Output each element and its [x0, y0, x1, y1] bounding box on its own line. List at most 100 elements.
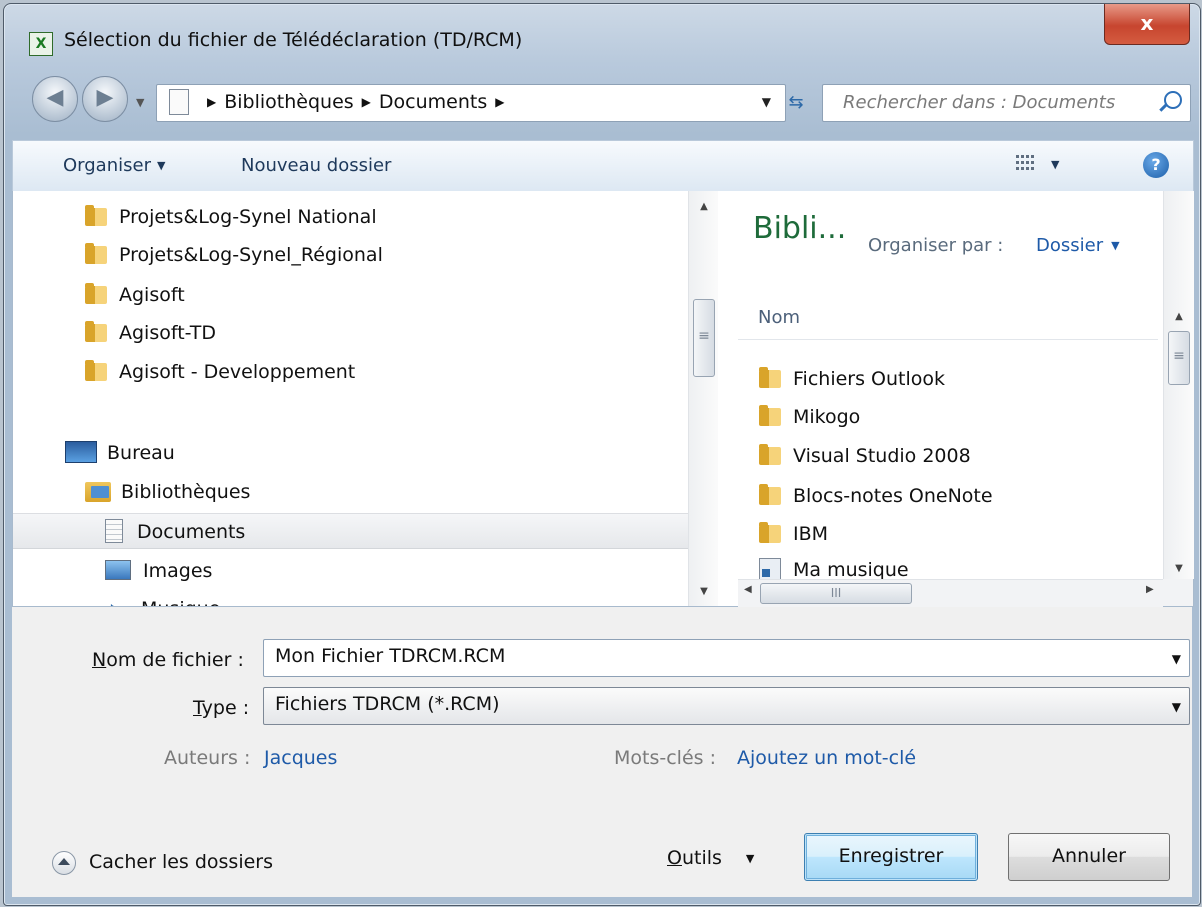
address-history-dropdown[interactable]: ▼ — [762, 95, 771, 109]
recent-pages-dropdown[interactable]: ▼ — [136, 96, 144, 109]
refresh-icon: ⇆ — [788, 92, 804, 113]
organize-label: Organiser — [63, 155, 151, 176]
file-type-select[interactable]: Fichiers TDRCM (*.RCM) ▼ — [263, 687, 1190, 725]
breadcrumb-separator-icon[interactable]: ▶ — [207, 95, 216, 109]
tree-item-images[interactable]: Images — [105, 553, 212, 589]
window-title: Sélection du fichier de Télédéclaration … — [64, 29, 523, 51]
hide-folders-toggle-icon[interactable] — [52, 851, 76, 875]
scroll-right-icon[interactable]: ▶ — [1146, 584, 1154, 595]
tree-item-label: Agisoft - Developpement — [119, 361, 356, 383]
folder-icon — [85, 205, 107, 226]
breadcrumb: ▶ Bibliothèques ▶ Documents ▶ — [199, 91, 512, 113]
back-button[interactable]: ◀ — [32, 76, 78, 122]
tree-folder-projets-national[interactable]: Projets&Log-Synel National — [85, 199, 377, 235]
address-bar[interactable]: ▶ Bibliothèques ▶ Documents ▶ ▼ — [156, 84, 786, 122]
list-item-label: IBM — [793, 523, 829, 545]
forward-button[interactable]: ▶ — [82, 76, 128, 122]
music-icon: ♪ — [105, 601, 129, 606]
type-label-accesskey: T — [193, 697, 202, 719]
breadcrumb-separator-icon[interactable]: ▶ — [362, 95, 371, 109]
scroll-down-icon[interactable]: ▼ — [1164, 563, 1194, 574]
scrollbar-corner — [1163, 579, 1193, 606]
tree-item-documents[interactable]: Documents — [13, 513, 688, 549]
close-button[interactable]: x — [1104, 4, 1190, 45]
filename-dropdown-arrow[interactable]: ▼ — [1172, 652, 1181, 666]
list-item[interactable]: Ma musique — [759, 555, 909, 579]
scroll-left-icon[interactable]: ◀ — [744, 584, 752, 595]
navigation-pane: Projets&Log-Synel National Projets&Log-S… — [13, 191, 718, 606]
tree-folder-agisoft-td[interactable]: Agisoft-TD — [85, 315, 216, 351]
filename-input[interactable]: Mon Fichier TDRCM.RCM — [275, 645, 505, 667]
list-item[interactable]: Visual Studio 2008 — [759, 438, 971, 474]
tree-item-label: Agisoft-TD — [119, 322, 217, 344]
content-pane-horizontal-scrollbar[interactable]: ◀ III ▶ — [738, 579, 1163, 607]
tree-item-music[interactable]: ♪ Musique — [105, 591, 220, 606]
list-item[interactable]: Fichiers Outlook — [759, 361, 945, 397]
file-type-dropdown-arrow[interactable]: ▼ — [1172, 700, 1181, 714]
folder-icon — [85, 243, 107, 264]
scroll-up-icon[interactable]: ▲ — [1164, 311, 1194, 322]
command-toolbar: Organiser ▼ Nouveau dossier ▼ ? — [12, 140, 1194, 192]
chevron-down-icon: ▼ — [156, 159, 166, 172]
pictures-icon — [105, 560, 131, 580]
scrollbar-thumb[interactable] — [693, 299, 715, 377]
scrollbar-thumb[interactable] — [1168, 331, 1190, 385]
tree-item-libraries[interactable]: Bibliothèques — [85, 474, 250, 510]
content-pane: Bibli... Organiser par : Dossier ▼ Nom Fi… — [733, 191, 1194, 607]
cancel-button[interactable]: Annuler — [1008, 833, 1170, 881]
authors-value[interactable]: Jacques — [264, 747, 337, 769]
filename-field[interactable]: Mon Fichier TDRCM.RCM ▼ — [263, 639, 1190, 677]
tree-item-label: Images — [143, 560, 213, 582]
search-input[interactable]: Rechercher dans : Documents — [843, 92, 1115, 113]
view-options-icon[interactable] — [1016, 155, 1034, 173]
scrollbar-thumb[interactable]: III — [760, 583, 912, 604]
save-button[interactable]: Enregistrer — [804, 833, 978, 881]
content-pane-vertical-scrollbar[interactable]: ▲ ▼ — [1163, 191, 1194, 579]
search-icon[interactable] — [1164, 91, 1182, 109]
folder-icon — [759, 367, 781, 388]
list-item[interactable]: Mikogo — [759, 399, 860, 435]
arrange-by-value: Dossier — [1036, 235, 1104, 256]
list-item[interactable]: IBM — [759, 516, 828, 552]
hide-folders-button[interactable]: Cacher les dossiers — [89, 851, 273, 873]
help-icon[interactable]: ? — [1143, 152, 1169, 178]
breadcrumb-libraries[interactable]: Bibliothèques — [224, 91, 353, 113]
tree-folder-agisoft[interactable]: Agisoft — [85, 277, 185, 313]
scroll-down-icon[interactable]: ▼ — [689, 586, 718, 597]
tags-value[interactable]: Ajoutez un mot-clé — [737, 747, 916, 769]
list-item-label: Visual Studio 2008 — [793, 445, 971, 467]
breadcrumb-documents[interactable]: Documents — [379, 91, 487, 113]
column-header-name[interactable]: Nom — [738, 299, 1158, 340]
chevron-down-icon: ▼ — [745, 852, 755, 865]
folder-icon — [759, 405, 781, 426]
search-box[interactable]: Rechercher dans : Documents — [822, 84, 1191, 122]
organize-button[interactable]: Organiser ▼ — [63, 155, 165, 176]
library-title: Bibli... — [753, 211, 847, 246]
filename-label-text: om de fichier : — [106, 649, 244, 671]
list-item-label: Mikogo — [793, 406, 861, 428]
tree-folder-agisoft-developpement[interactable]: Agisoft - Developpement — [85, 354, 355, 390]
tree-item-label: Bibliothèques — [121, 481, 251, 503]
list-item-label: Fichiers Outlook — [793, 368, 946, 390]
list-item-label: Ma musique — [793, 559, 909, 579]
tools-button[interactable]: Outils ▼ — [667, 847, 754, 869]
tree-item-label: Agisoft — [119, 284, 185, 306]
tree-item-label: Musique — [141, 598, 220, 606]
type-label-text: ype : — [201, 697, 250, 719]
tree-folder-projets-regional[interactable]: Projets&Log-Synel_Régional — [85, 237, 383, 273]
authors-label: Auteurs : — [164, 747, 251, 769]
file-type-value: Fichiers TDRCM (*.RCM) — [275, 693, 500, 715]
arrange-by-dropdown[interactable]: Dossier ▼ — [1036, 235, 1120, 256]
breadcrumb-separator-icon[interactable]: ▶ — [495, 95, 504, 109]
scroll-up-icon[interactable]: ▲ — [689, 201, 718, 212]
folder-icon — [85, 283, 107, 304]
new-folder-button[interactable]: Nouveau dossier — [241, 155, 391, 176]
title-bar: X Sélection du fichier de Télédéclaratio… — [4, 4, 1200, 64]
list-item[interactable]: Blocs-notes OneNote — [759, 478, 993, 514]
tree-item-desktop[interactable]: Bureau — [65, 435, 175, 471]
excel-app-icon: X — [29, 32, 53, 56]
navigation-pane-scrollbar[interactable]: ▲ ▼ — [688, 191, 718, 606]
view-options-dropdown[interactable]: ▼ — [1051, 158, 1059, 171]
refresh-button[interactable]: ⇆ — [779, 92, 813, 118]
column-header-label: Nom — [758, 307, 801, 328]
